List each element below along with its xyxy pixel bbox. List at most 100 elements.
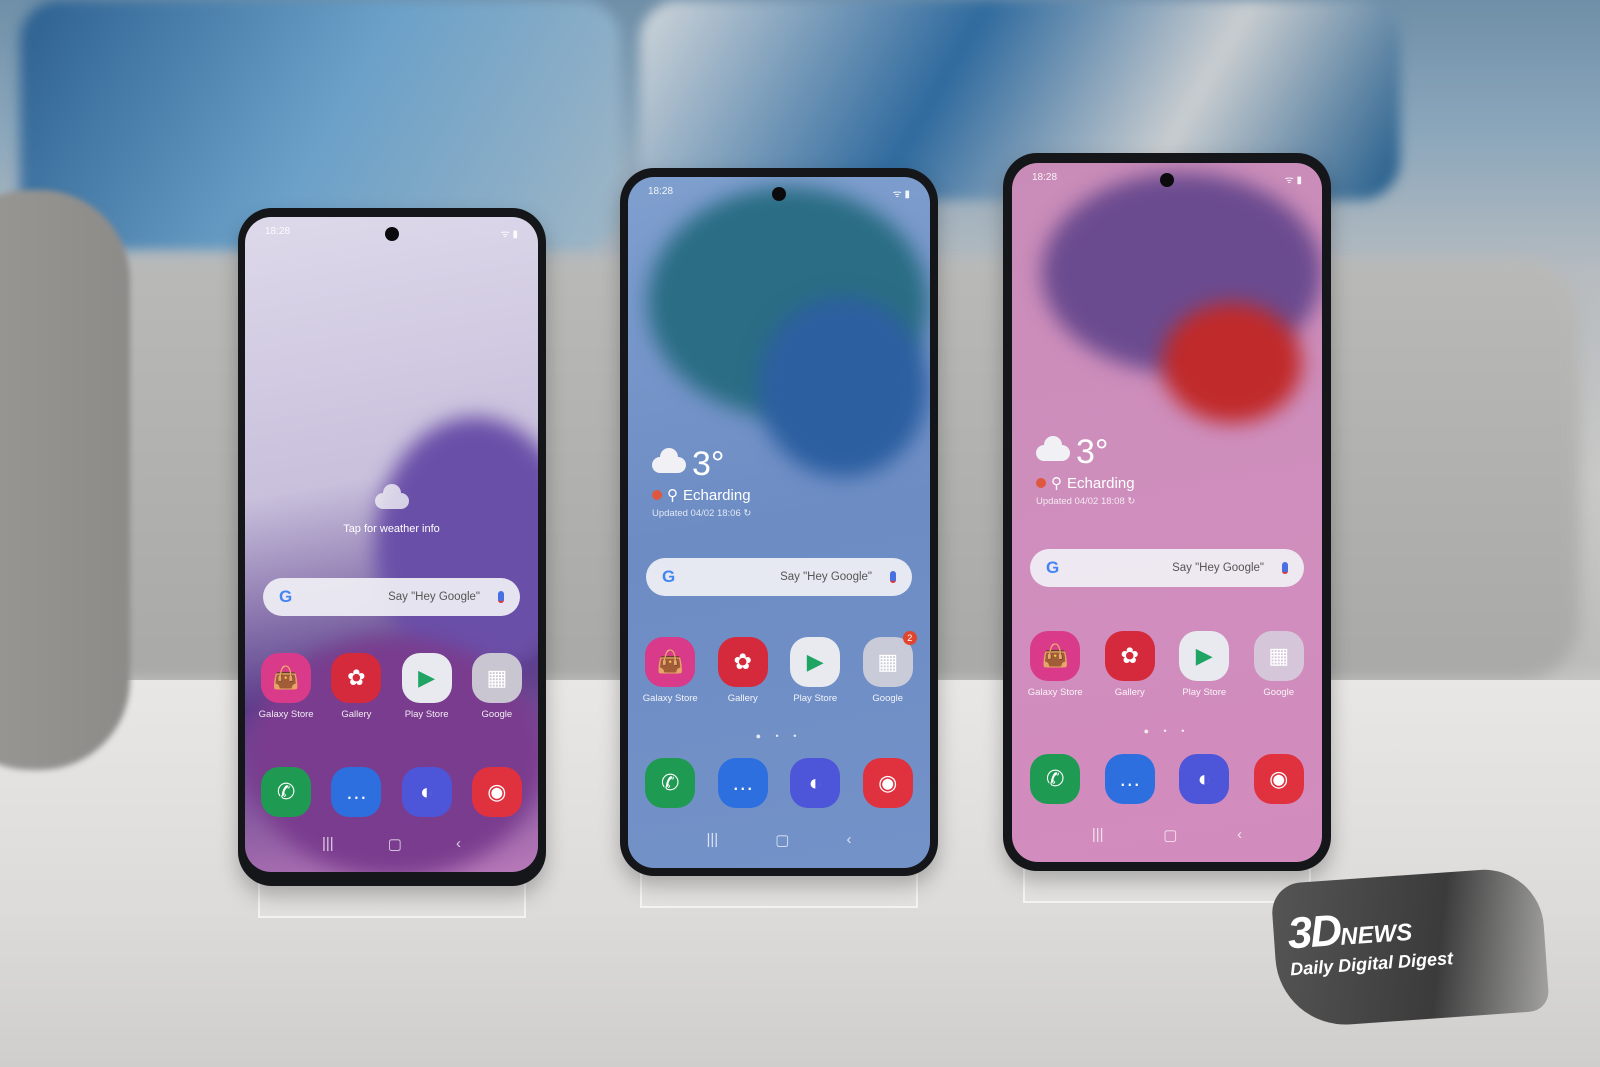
wallpaper-flower [1162, 303, 1302, 423]
google-search-bar[interactable]: G Say "Hey Google" [263, 578, 520, 616]
flower-icon: ✿ [331, 653, 382, 703]
back-icon[interactable]: ‹ [846, 831, 851, 849]
recents-icon[interactable]: ||| [1092, 826, 1104, 844]
navigation-bar: ||| ▢ ‹ [245, 835, 538, 853]
google-logo-icon: G [662, 567, 676, 586]
folder-icon: ▦ [471, 653, 522, 703]
dock: ✆ … ◐ ◉ [634, 758, 924, 808]
play-icon: ▶ [401, 653, 452, 703]
dock-app[interactable]: ✆ [637, 758, 703, 808]
dock-app[interactable]: ◐ [394, 767, 460, 817]
microphone-icon[interactable] [498, 591, 504, 603]
internet-icon: ◐ [1179, 754, 1230, 804]
app-google[interactable]: ▦ Google [464, 653, 530, 720]
app-row: 👜 Galaxy Store ✿ Gallery ▶ Play Store ▦ 2 Google [634, 631, 924, 704]
home-icon[interactable]: ▢ [775, 831, 789, 849]
microphone-icon[interactable] [890, 571, 896, 583]
status-icons: ᯤ ▮ [1284, 175, 1302, 186]
weather-widget[interactable]: 3° ⚲ Echarding Updated 04/02 18:06 ↻ [652, 445, 751, 519]
app-galaxy-store[interactable]: 👜 Galaxy Store [1022, 631, 1088, 698]
phone-icon: ✆ [1030, 754, 1081, 804]
folder-icon: ▦ [862, 637, 913, 687]
page-indicator[interactable]: ● • • [1012, 726, 1322, 736]
app-google[interactable]: ▦ Google [1246, 631, 1312, 698]
home-icon[interactable]: ▢ [388, 835, 402, 853]
weather-widget[interactable]: 3° ⚲ Echarding Updated 04/02 18:08 ↻ [1036, 433, 1135, 507]
camera-icon: ◉ [1253, 754, 1304, 804]
status-time: 18:28 [265, 226, 291, 237]
search-hint: Say "Hey Google" [780, 571, 872, 583]
play-icon: ▶ [790, 637, 841, 687]
dock: ✆ … ◐ ◉ [251, 767, 532, 817]
vase [0, 190, 130, 770]
google-search-bar[interactable]: G Say "Hey Google" [1030, 549, 1304, 587]
app-label: Gallery [1114, 687, 1145, 698]
dock-app[interactable]: ◉ [464, 767, 530, 817]
watermark-brand: 3D [1286, 905, 1342, 959]
back-icon[interactable]: ‹ [1237, 826, 1242, 844]
weather-widget[interactable]: Tap for weather info [245, 484, 538, 535]
alert-icon [652, 490, 662, 500]
page-indicator[interactable]: ● • • [628, 731, 930, 741]
messages-icon: … [717, 758, 768, 808]
location-pin-icon: ⚲ [1051, 475, 1062, 492]
internet-icon: ◐ [790, 758, 841, 808]
phone-icon: ✆ [261, 767, 312, 817]
phone-screen: 18:28 ᯤ ▮ Tap for weather info G Say "Hey Go… [245, 217, 538, 872]
app-google[interactable]: ▦ 2 Google [855, 631, 921, 704]
dock-app[interactable]: ◉ [855, 758, 921, 808]
status-time: 18:28 [1032, 172, 1058, 183]
app-play-store[interactable]: ▶ Play Store [782, 637, 848, 704]
status-icons: ᯤ ▮ [500, 229, 518, 240]
app-label: Google [872, 693, 904, 704]
weather-location: Echarding [683, 486, 751, 504]
app-label: Play Store [404, 709, 449, 720]
dock-app[interactable]: … [323, 767, 389, 817]
dock-app[interactable]: ✆ [1022, 754, 1088, 804]
refresh-icon[interactable]: ↻ [1127, 496, 1135, 507]
app-play-store[interactable]: ▶ Play Store [394, 653, 460, 720]
dock-app[interactable]: … [710, 758, 776, 808]
status-bar: 18:28 ᯤ ▮ [648, 186, 910, 200]
app-gallery[interactable]: ✿ Gallery [323, 653, 389, 720]
shopping-bag-icon: 👜 [645, 637, 696, 687]
messages-icon: … [1104, 754, 1155, 804]
microphone-icon[interactable] [1282, 562, 1288, 574]
recents-icon[interactable]: ||| [707, 831, 719, 849]
recents-icon[interactable]: ||| [322, 835, 334, 853]
status-time: 18:28 [648, 186, 674, 197]
wallpaper-flower [758, 297, 928, 477]
app-label: Play Store [793, 693, 838, 704]
refresh-icon[interactable]: ↻ [743, 508, 751, 519]
phone-icon: ✆ [645, 758, 696, 808]
google-logo-icon: G [279, 587, 293, 606]
play-icon: ▶ [1179, 631, 1230, 681]
back-icon[interactable]: ‹ [456, 835, 461, 853]
google-search-bar[interactable]: G Say "Hey Google" [646, 558, 912, 596]
home-icon[interactable]: ▢ [1163, 826, 1177, 844]
dock-app[interactable]: ◐ [782, 758, 848, 808]
weather-updated: Updated 04/02 18:08 [1036, 496, 1125, 507]
internet-icon: ◐ [401, 767, 452, 817]
app-play-store[interactable]: ▶ Play Store [1171, 631, 1237, 698]
search-hint: Say "Hey Google" [388, 591, 480, 603]
app-label: Gallery [727, 693, 758, 704]
app-gallery[interactable]: ✿ Gallery [710, 637, 776, 704]
weather-temp: 3° [1076, 433, 1109, 471]
phone-screen: 18:28 ᯤ ▮ 3° ⚲ Echarding Updated 04/02 18:0… [1012, 163, 1322, 862]
dock-app[interactable]: ◐ [1171, 754, 1237, 804]
folder-icon: ▦ [1253, 631, 1304, 681]
weather-temp: 3° [692, 445, 725, 483]
cloud-icon [1036, 435, 1070, 461]
app-label: Gallery [341, 709, 372, 720]
dock-app[interactable]: … [1097, 754, 1163, 804]
app-galaxy-store[interactable]: 👜 Galaxy Store [637, 637, 703, 704]
app-gallery[interactable]: ✿ Gallery [1097, 631, 1163, 698]
messages-icon: … [331, 767, 382, 817]
dock-app[interactable]: ◉ [1246, 754, 1312, 804]
navigation-bar: ||| ▢ ‹ [1012, 826, 1322, 844]
app-label: Galaxy Store [642, 693, 698, 704]
app-row: 👜 Galaxy Store ✿ Gallery ▶ Play Store ▦ Google [1018, 631, 1316, 698]
app-galaxy-store[interactable]: 👜 Galaxy Store [253, 653, 319, 720]
dock-app[interactable]: ✆ [253, 767, 319, 817]
